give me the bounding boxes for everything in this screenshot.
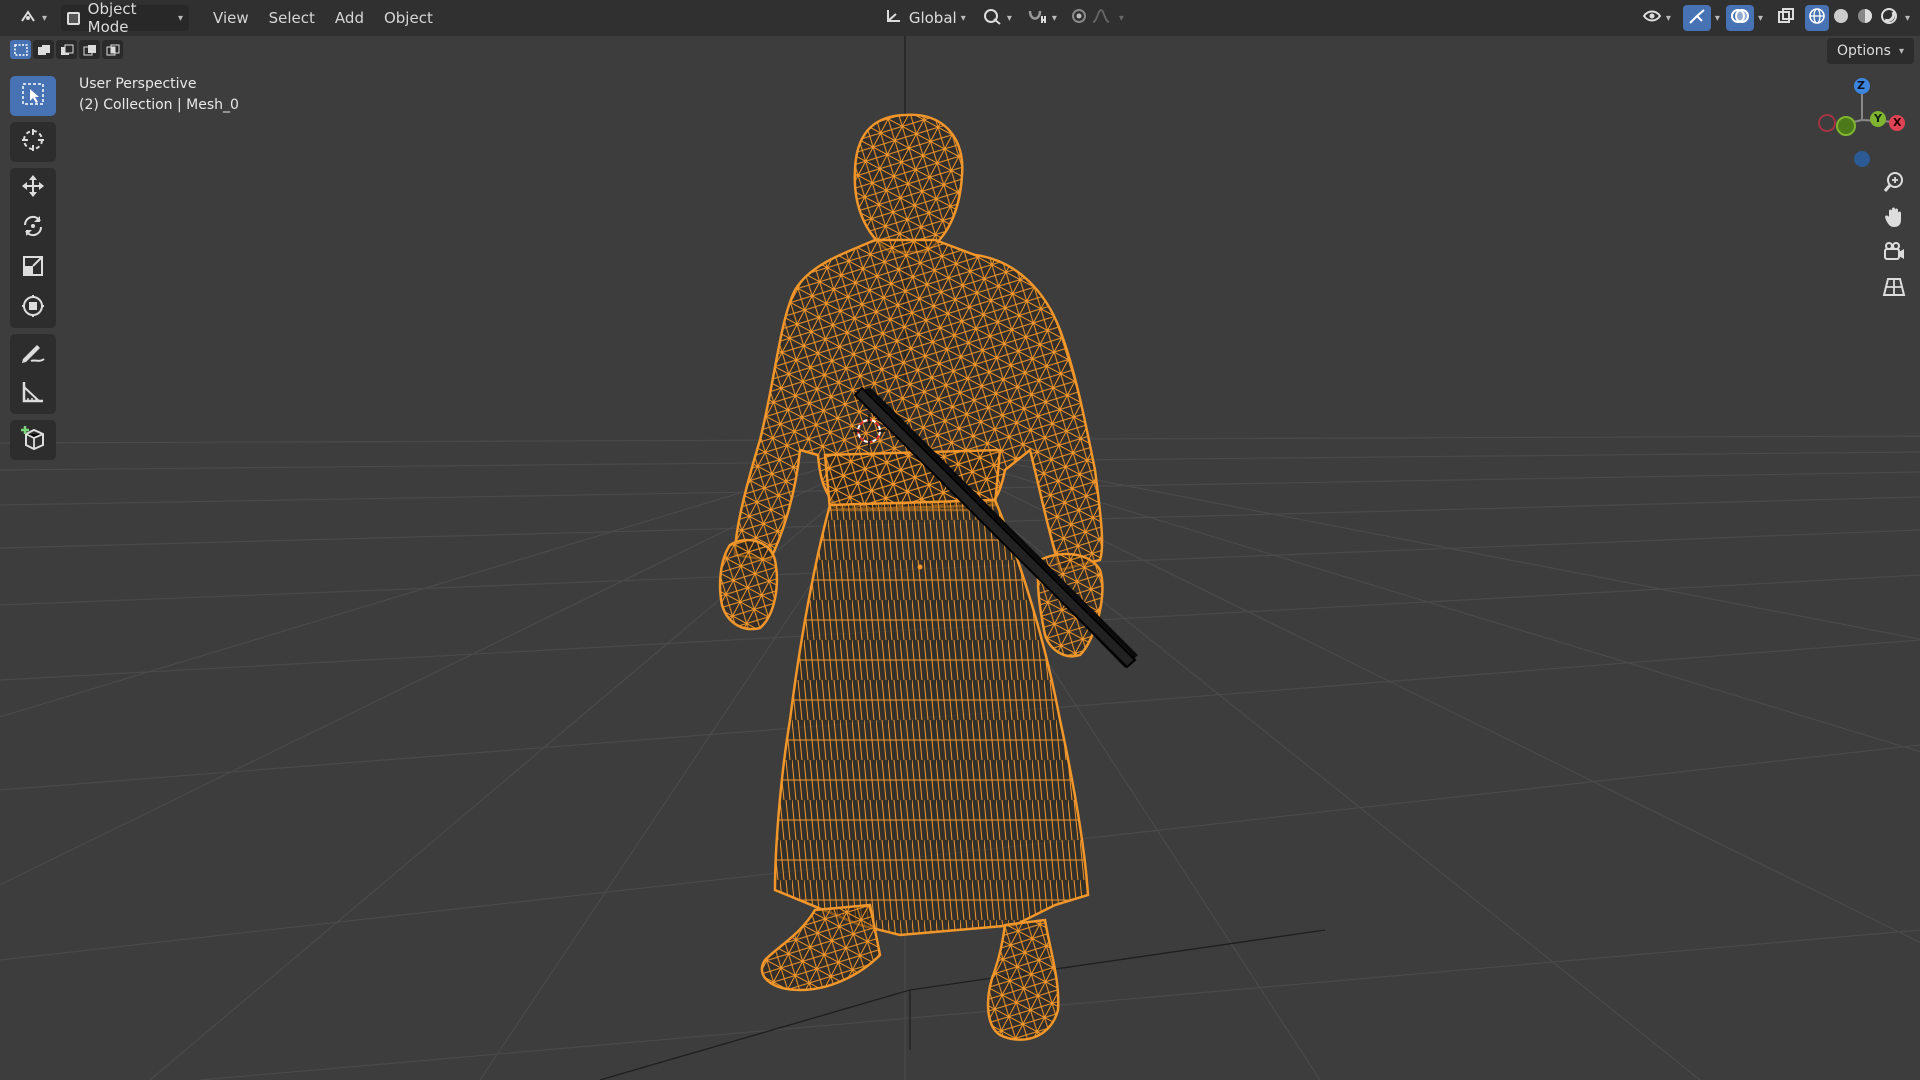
navigation-gizmo[interactable]: Z Y X — [1810, 74, 1920, 174]
object-mode-icon — [67, 11, 80, 25]
options-label: Options — [1836, 43, 1891, 59]
camera-icon — [1882, 240, 1906, 268]
chevron-down-icon[interactable]: ▾ — [1905, 13, 1910, 24]
shading-rendered-icon — [1880, 7, 1898, 29]
options-dropdown[interactable]: Options ▾ — [1826, 38, 1914, 64]
view-name: User Perspective — [79, 76, 197, 92]
chevron-down-icon: ▾ — [1051, 12, 1057, 24]
shading-wireframe-button[interactable] — [1804, 5, 1829, 31]
snap-toggle[interactable]: ▾ — [1020, 5, 1063, 31]
gizmo-toggle[interactable] — [1682, 5, 1711, 31]
shading-rendered-button[interactable] — [1877, 5, 1901, 31]
chevron-down-icon[interactable]: ▾ — [1715, 13, 1720, 24]
axis-y-label: Y — [1874, 112, 1882, 125]
zoom-button[interactable] — [1878, 168, 1910, 200]
measure-icon — [20, 379, 46, 409]
rotate-icon — [20, 213, 46, 243]
visibility-icon — [1642, 8, 1662, 28]
overlay-icon — [1730, 7, 1750, 29]
cursor-tool[interactable] — [10, 122, 56, 162]
chevron-down-icon[interactable]: ▾ — [1758, 13, 1763, 24]
chevron-down-icon: ▾ — [1118, 12, 1124, 24]
select-extend-button[interactable] — [33, 40, 54, 59]
transform-icon — [20, 293, 46, 323]
transform-orientation-icon — [885, 8, 903, 28]
shading-wireframe-icon — [1808, 7, 1826, 29]
tool-shelf — [10, 76, 56, 466]
proportional-edit-icon — [1071, 7, 1115, 29]
pan-hand-icon — [1882, 205, 1906, 233]
cursor-icon — [20, 127, 46, 157]
rotate-tool[interactable] — [10, 208, 56, 248]
chevron-down-icon: ▾ — [1006, 12, 1012, 24]
chevron-down-icon: ▾ — [178, 12, 184, 24]
axis-x-negative — [1818, 114, 1836, 132]
viewport-info: User Perspective (2) Collection | Mesh_0 — [79, 74, 239, 116]
visibility-dropdown[interactable]: ▾ — [1636, 5, 1677, 31]
axis-z-negative — [1854, 151, 1870, 167]
select-invert-button[interactable] — [79, 40, 100, 59]
chevron-down-icon: ▾ — [42, 12, 48, 24]
zoom-icon — [1882, 170, 1906, 198]
select-intersect-button[interactable] — [102, 40, 123, 59]
menu-add[interactable]: Add — [325, 5, 374, 31]
scale-icon — [20, 253, 46, 283]
orientation-label: Global — [908, 9, 957, 27]
3d-viewport[interactable] — [0, 0, 1920, 1080]
selection-mode-group — [10, 40, 123, 59]
pan-button[interactable] — [1878, 203, 1910, 235]
editor-type-icon — [20, 8, 38, 28]
camera-view-button[interactable] — [1878, 238, 1910, 270]
chevron-down-icon: ▾ — [1665, 12, 1671, 24]
annotate-icon — [19, 339, 47, 369]
select-subtract-button[interactable] — [56, 40, 77, 59]
axis-z-label: Z — [1857, 79, 1865, 92]
mode-dropdown[interactable]: Object Mode ▾ — [61, 0, 190, 36]
menu-select[interactable]: Select — [259, 5, 325, 31]
collection-info: (2) Collection | Mesh_0 — [79, 97, 239, 113]
move-icon — [20, 173, 46, 203]
pivot-dropdown[interactable]: ▾ — [977, 5, 1018, 31]
grid-ortho-icon — [1882, 275, 1906, 303]
add-cube-tool[interactable] — [10, 420, 56, 460]
ortho-toggle-button[interactable] — [1878, 273, 1910, 305]
menu-object[interactable]: Object — [374, 5, 443, 31]
chevron-down-icon: ▾ — [1898, 45, 1904, 57]
axis-x-label: X — [1893, 116, 1902, 129]
add-cube-icon — [19, 424, 47, 456]
xray-toggle[interactable] — [1773, 5, 1799, 31]
annotate-tool[interactable] — [10, 334, 56, 374]
mode-label: Object Mode — [87, 0, 137, 36]
menu-view[interactable]: View — [203, 5, 259, 31]
editor-type-button[interactable]: ▾ — [14, 5, 53, 31]
pivot-icon — [983, 7, 1003, 29]
view-navigation — [1878, 168, 1910, 308]
gizmo-icon — [1687, 7, 1707, 29]
measure-tool[interactable] — [10, 374, 56, 414]
chevron-down-icon: ▾ — [960, 12, 966, 24]
orientation-dropdown[interactable]: Global ▾ — [879, 5, 971, 31]
xray-icon — [1777, 7, 1795, 29]
proportional-edit-toggle[interactable]: ▾ — [1065, 5, 1130, 31]
select-new-button[interactable] — [10, 40, 31, 59]
viewport-header: ▾ Object Mode ▾ View Select Add Object G… — [0, 0, 1920, 36]
shading-material-button[interactable] — [1853, 5, 1877, 31]
overlay-toggle[interactable] — [1725, 5, 1754, 31]
object-origin — [917, 564, 923, 570]
select-box-icon — [20, 81, 46, 111]
move-tool[interactable] — [10, 168, 56, 208]
select-box-tool[interactable] — [10, 76, 56, 116]
viewport-scene — [0, 36, 1920, 1080]
shading-solid-icon — [1832, 7, 1850, 29]
transform-tool[interactable] — [10, 288, 56, 328]
shading-material-icon — [1856, 7, 1874, 29]
scale-tool[interactable] — [10, 248, 56, 288]
shading-solid-button[interactable] — [1829, 5, 1853, 31]
snap-icon — [1026, 7, 1048, 29]
axis-y-negative — [1836, 116, 1856, 136]
